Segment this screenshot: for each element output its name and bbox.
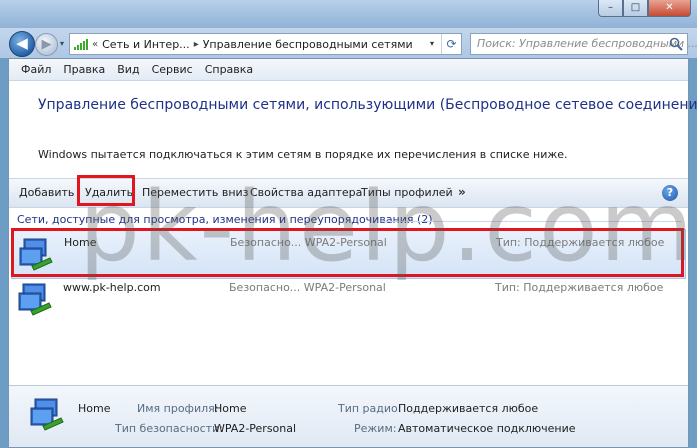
- network-highlight-box: [11, 228, 684, 277]
- delete-highlight-box: [77, 175, 135, 206]
- move-down-button[interactable]: Переместить вниз: [142, 186, 249, 199]
- address-bar[interactable]: « Сеть и Интер... ▸ Управление беспровод…: [69, 33, 462, 55]
- network-security: Безопасно... WPA2-Personal: [229, 281, 386, 294]
- breadcrumb-network-internet[interactable]: Сеть и Интер...: [102, 38, 190, 51]
- menu-bar: Файл Правка Вид Сервис Справка: [9, 59, 688, 81]
- group-header[interactable]: Сети, доступные для просмотра, изменения…: [17, 213, 433, 226]
- radio-type-label: Тип радио:: [338, 402, 402, 415]
- close-button[interactable]: ✕: [648, 0, 691, 17]
- breadcrumb-arrow-icon[interactable]: ▸: [194, 39, 199, 50]
- page-description: Windows пытается подключаться к этим сет…: [38, 148, 568, 161]
- breadcrumb-wireless-networks[interactable]: Управление беспроводными сетями: [203, 38, 413, 51]
- mode-label: Режим:: [354, 422, 397, 435]
- search-placeholder: Поиск: Управление беспроводными ...: [477, 37, 697, 50]
- address-dropdown-icon[interactable]: ▾: [425, 34, 439, 54]
- profile-name-value: Home: [214, 402, 247, 415]
- wireless-network-icon: [18, 283, 52, 316]
- more-commands-chevron-icon[interactable]: »: [458, 185, 466, 199]
- search-input[interactable]: Поиск: Управление беспроводными ...: [470, 33, 697, 55]
- minimize-button[interactable]: –: [598, 0, 623, 17]
- wireless-network-icon: [30, 398, 64, 431]
- page-title: Управление беспроводными сетями, использ…: [38, 97, 697, 113]
- network-type: Тип: Поддерживается любое: [495, 281, 664, 294]
- recent-pages-dropdown[interactable]: ▾: [60, 39, 64, 48]
- profile-types-button[interactable]: Типы профилей: [361, 186, 453, 199]
- adapter-properties-button[interactable]: Свойства адаптера: [250, 186, 362, 199]
- window-titlebar: – □ ✕: [0, 0, 697, 30]
- maximize-button[interactable]: □: [623, 0, 648, 17]
- add-button[interactable]: Добавить: [19, 186, 74, 199]
- network-name: www.pk-help.com: [63, 281, 161, 294]
- navigation-bar: ◀ ▶ ▾ « Сеть и Интер... ▸ Управление бес…: [0, 28, 697, 58]
- mode-value: Автоматическое подключение: [398, 422, 576, 435]
- menu-edit[interactable]: Правка: [57, 63, 111, 76]
- radio-type-value: Поддерживается любое: [398, 402, 539, 415]
- menu-view[interactable]: Вид: [111, 63, 145, 76]
- menu-tools[interactable]: Сервис: [146, 63, 199, 76]
- search-icon[interactable]: [669, 37, 683, 51]
- network-row-pk-help[interactable]: www.pk-help.com Безопасно... WPA2-Person…: [11, 275, 686, 325]
- menu-help[interactable]: Справка: [199, 63, 259, 76]
- refresh-icon[interactable]: ⟳: [441, 34, 461, 54]
- profile-name-label: Имя профиля:: [137, 402, 219, 415]
- group-divider: [382, 221, 682, 222]
- forward-button[interactable]: ▶: [35, 33, 58, 56]
- security-type-label: Тип безопасности:: [115, 422, 223, 435]
- details-network-name: Home: [78, 402, 111, 415]
- content-window: Файл Правка Вид Сервис Справка Управлени…: [8, 58, 697, 448]
- window-controls: – □ ✕: [598, 0, 691, 17]
- menu-file[interactable]: Файл: [15, 63, 57, 76]
- security-type-value: WPA2-Personal: [214, 422, 297, 435]
- address-overflow-chevron[interactable]: «: [92, 39, 98, 50]
- wireless-signal-icon: [74, 38, 88, 50]
- help-icon[interactable]: ?: [662, 185, 678, 201]
- back-button[interactable]: ◀: [9, 31, 35, 57]
- details-pane: Home Имя профиля: Home Тип безопасности:…: [9, 385, 688, 447]
